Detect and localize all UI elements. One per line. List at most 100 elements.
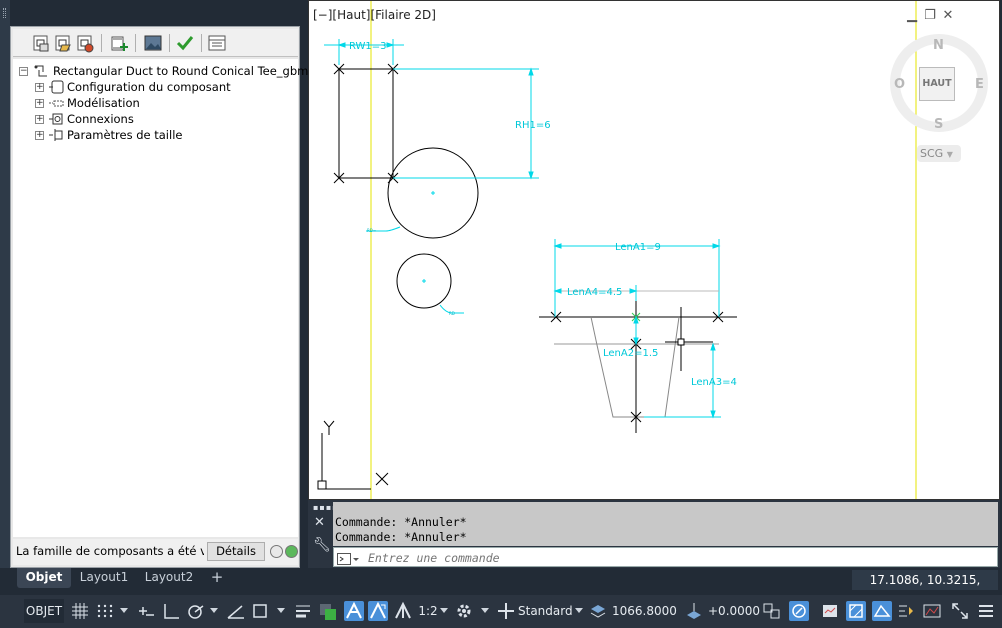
annotation-visibility-icon[interactable] (344, 601, 364, 621)
parameters-icon (49, 128, 63, 142)
restore-icon[interactable]: ❐ (923, 9, 937, 23)
image-icon[interactable] (143, 33, 163, 53)
panel-status-bar: La famille de composants a été validée D… (13, 539, 298, 565)
scale-value[interactable]: 1:2 (414, 599, 442, 623)
status-indicator-ok (285, 545, 298, 558)
duct-corner-markers (333, 63, 399, 184)
viewcube-west[interactable]: O (894, 77, 905, 92)
validate-check-icon[interactable] (175, 33, 195, 53)
content-browser-panel: − Rectangular Duct to Round Conical Tee_… (10, 26, 308, 568)
drawing-viewport[interactable]: RD= RD RW1=3 RH1=6 LenA1=9 LenA4=4.5 Len… (308, 0, 1000, 500)
isolate-objects-icon[interactable] (846, 601, 866, 621)
lineweight-icon[interactable] (293, 601, 313, 621)
autocad-window: − Rectangular Duct to Round Conical Tee_… (0, 0, 1002, 628)
dim-lena2-label: LenA2=1.5 (603, 348, 658, 359)
chevron-down-icon[interactable] (120, 608, 128, 613)
dim-lena4-label: LenA4=4.5 (567, 287, 622, 298)
ortho-icon[interactable] (161, 601, 181, 621)
close-icon[interactable]: ✕ (941, 9, 955, 23)
expand-icon[interactable]: + (35, 99, 44, 108)
tab-layout1[interactable]: Layout1 (76, 568, 132, 588)
validation-message: La famille de composants a été validée (16, 544, 204, 558)
viewcube-south[interactable]: S (934, 117, 943, 132)
viewcube-east[interactable]: E (975, 77, 984, 92)
customization-icon[interactable] (896, 601, 916, 621)
connexions-icon (49, 112, 63, 126)
command-prompt-icon[interactable] (337, 551, 359, 565)
viewport-label[interactable]: [−][Haut][Filaire 2D] (313, 8, 436, 22)
chevron-down-icon[interactable] (210, 608, 218, 613)
properties-icon[interactable] (207, 33, 227, 53)
transparency-icon[interactable] (318, 601, 338, 621)
menu-icon[interactable] (976, 601, 996, 621)
selection-cycling-icon[interactable] (762, 601, 782, 621)
minimize-icon[interactable]: ▁ (905, 9, 919, 23)
configuration-icon (49, 80, 64, 94)
offset-icon[interactable] (684, 601, 704, 621)
status-indicator-off (270, 545, 283, 558)
tree-item-label: Connexions (67, 112, 134, 126)
expand-icon[interactable]: + (35, 115, 44, 124)
fullscreen-icon[interactable] (950, 601, 970, 621)
crosshair-icon[interactable] (496, 601, 516, 621)
component-tree: − Rectangular Duct to Round Conical Tee_… (13, 59, 308, 537)
model-space-button[interactable]: OBJET (24, 599, 64, 623)
open-part-icon[interactable] (53, 33, 73, 53)
grid-icon[interactable] (70, 601, 90, 621)
close-icon[interactable]: ✕ (314, 515, 325, 530)
tee-profile (539, 301, 737, 433)
collapse-icon[interactable]: − (19, 67, 28, 76)
elevation-icon[interactable] (588, 601, 608, 621)
tree-item-label: Configuration du composant (67, 80, 231, 94)
new-part-icon[interactable] (31, 33, 51, 53)
command-history: Commande: *Annuler* Commande: *Annuler* (333, 502, 998, 546)
elevation-value[interactable]: 1066.8000 (612, 599, 677, 623)
tee-markers (550, 311, 724, 423)
expand-icon[interactable]: + (35, 131, 44, 140)
style-value[interactable]: Standard (518, 599, 573, 623)
drawing-svg: RD= RD RW1=3 RH1=6 LenA1=9 LenA4=4.5 Len… (317, 1, 988, 499)
dim-lena1-label: LenA1=9 (615, 242, 661, 253)
panel-grip[interactable] (0, 0, 10, 568)
polar-icon[interactable] (186, 601, 206, 621)
chevron-down-icon: ▼ (946, 150, 953, 159)
clean-screen-icon[interactable] (872, 601, 892, 621)
tab-layout2[interactable]: Layout2 (141, 568, 197, 588)
infer-constraints-icon[interactable] (136, 601, 156, 621)
dim-rw1-label: RW1=3 (349, 41, 387, 52)
snap-icon[interactable] (95, 601, 115, 621)
auto-scale-icon[interactable] (368, 601, 388, 621)
add-layout-icon[interactable]: + (206, 568, 228, 588)
dim-lena2 (633, 315, 639, 346)
new-component-icon[interactable] (109, 33, 129, 53)
isodraft-icon[interactable] (226, 601, 246, 621)
viewcube-north[interactable]: N (933, 38, 944, 53)
units-icon[interactable] (922, 601, 942, 621)
tab-model[interactable]: Objet (17, 568, 71, 588)
annotation-scale-icon[interactable] (393, 601, 413, 621)
cursor-coordinates[interactable]: 17.1086, 10.3215, 0.0000 (852, 570, 998, 607)
chevron-down-icon[interactable] (440, 608, 448, 613)
tree-item-label: Paramètres de taille (67, 128, 183, 142)
viewcube-face-top[interactable]: HAUT (919, 67, 955, 101)
expand-icon[interactable]: + (35, 83, 44, 92)
offset-value[interactable]: +0.0000 (708, 599, 760, 623)
rectangular-duct (338, 68, 394, 179)
svg-text:RD=: RD= (367, 228, 376, 233)
history-line: Commande: *Annuler* (335, 515, 467, 529)
chevron-down-icon[interactable] (481, 608, 489, 613)
modelisation-icon (49, 96, 64, 110)
wrench-icon[interactable]: 🔧︎ (313, 537, 331, 553)
svg-text:RD: RD (449, 311, 455, 316)
hardware-accel-icon[interactable] (789, 601, 809, 621)
chevron-down-icon[interactable] (575, 608, 583, 613)
chevron-down-icon[interactable] (277, 608, 285, 613)
details-button[interactable]: Détails (207, 542, 265, 561)
save-part-icon[interactable] (75, 33, 95, 53)
status-bar: OBJET 1:2 Standard 1066.8000 +0.0000 (0, 595, 1002, 628)
wcs-menu[interactable]: SCG ▼ (917, 145, 961, 162)
workspace-icon[interactable] (820, 601, 840, 621)
command-input[interactable] (368, 549, 988, 566)
object-snap-icon[interactable] (251, 601, 271, 621)
gear-icon[interactable] (454, 601, 474, 621)
